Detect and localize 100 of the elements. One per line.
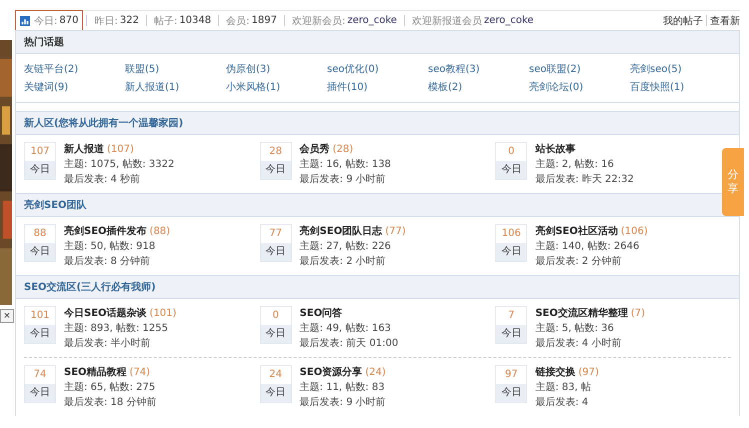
last-post: 最后发表: 半小时前: [64, 336, 152, 350]
forum-name[interactable]: SEO问答: [300, 308, 342, 319]
new-post-count: (24): [365, 367, 386, 378]
topic-link[interactable]: 新人报道(1): [125, 80, 226, 94]
forum-name[interactable]: SEO交流区精华整理: [535, 308, 628, 319]
last-post: 最后发表: 昨天 22:32: [535, 172, 634, 186]
topic-link[interactable]: seo教程(3): [428, 62, 529, 76]
last-post: 最后发表: 9 小时前: [300, 396, 386, 409]
forum-stats: 主题: 1075, 帖数: 3322: [64, 158, 174, 171]
new-post-count: (107): [107, 144, 134, 155]
forum-stats: 主题: 65, 帖数: 275: [64, 380, 156, 394]
topic-link[interactable]: 友链平台(2): [24, 62, 125, 76]
today-label: 今日: [29, 386, 51, 400]
today-count: 77: [260, 225, 291, 243]
last-post: 最后发表: 18 分钟前: [64, 396, 156, 409]
new-post-count: (74): [130, 367, 150, 378]
section-title[interactable]: SEO交流区(三人行必有我师): [24, 280, 156, 294]
topic-link[interactable]: 亮剑seo(5): [630, 62, 731, 76]
forum-name[interactable]: 站长故事: [535, 144, 576, 155]
new-post-count: (106): [620, 226, 648, 237]
topic-link[interactable]: 伪原创(3): [226, 62, 327, 76]
stat-label: 会员:: [226, 14, 250, 28]
new-post-count: (77): [385, 226, 406, 237]
today-count: 74: [25, 366, 55, 384]
today-label: 今日: [264, 327, 287, 341]
stat-value: 10348: [179, 15, 212, 26]
forum-stats: 主题: 893, 帖数: 1255: [64, 322, 169, 335]
today-label: 今日: [264, 245, 287, 259]
today-count: 106: [496, 225, 526, 243]
section-title: 热门话题: [24, 35, 64, 49]
forum-stats: 主题: 49, 帖数: 163: [300, 322, 392, 335]
today-count: 7: [496, 307, 526, 325]
forum-name[interactable]: SEO精品教程: [64, 367, 127, 378]
today-label: 今日: [29, 245, 51, 259]
forum-stats: 主题: 83, 帖: [535, 380, 592, 394]
today-count: 107: [25, 143, 55, 161]
new-post-count: (101): [150, 308, 176, 319]
new-post-count: (7): [630, 308, 646, 319]
last-post: 最后发表: 9 小时前: [300, 172, 387, 186]
today-label: 今日: [500, 327, 522, 341]
today-count: 101: [25, 307, 55, 325]
stat-value: 1897: [252, 15, 277, 26]
topic-link[interactable]: 插件(10): [327, 80, 428, 94]
header-link[interactable]: 查看新: [710, 14, 740, 28]
forum-name[interactable]: 亮剑SEO团队日志: [300, 226, 382, 237]
today-label: 今日: [29, 163, 51, 177]
topic-link[interactable]: seo联盟(2): [529, 62, 630, 76]
topic-link[interactable]: 小米风格(1): [226, 80, 327, 94]
forum-stats: 主题: 2, 帖数: 16: [535, 158, 615, 171]
stat-value: zero_coke: [347, 15, 397, 26]
forum-name[interactable]: 新人报道: [64, 144, 104, 155]
forum-name[interactable]: 亮剑SEO社区活动: [535, 226, 618, 237]
stat-label: 帖子:: [154, 14, 178, 28]
today-count: 24: [260, 366, 291, 384]
forum-stats: 主题: 27, 帖数: 226: [300, 240, 392, 253]
stat-value: 322: [120, 15, 139, 26]
last-post: 最后发表: 4: [535, 396, 590, 409]
forum-name[interactable]: 今日SEO话题杂谈: [64, 308, 147, 319]
today-count: 28: [260, 143, 291, 161]
new-post-count: (97): [578, 367, 599, 378]
close-button[interactable]: ×: [0, 309, 14, 323]
section-title[interactable]: 新人区(您将从此拥有一个温馨家园): [24, 116, 184, 130]
forum-name[interactable]: SEO资源分享: [300, 367, 362, 378]
topic-link[interactable]: 关键词(9): [24, 80, 125, 94]
last-post: 最后发表: 4 秒前: [64, 172, 142, 186]
today-count: 97: [496, 366, 526, 384]
topic-link[interactable]: 亮剑论坛(0): [529, 80, 630, 94]
forum-name[interactable]: 链接交换: [535, 367, 576, 378]
last-post: 最后发表: 4 小时前: [535, 336, 622, 350]
new-post-count: (28): [332, 144, 354, 155]
stat-label: 欢迎新会员:: [292, 14, 346, 28]
bar-chart-icon: [20, 16, 30, 26]
last-post: 最后发表: 前天 01:00: [300, 336, 398, 350]
today-count: 88: [25, 225, 55, 243]
last-post: 最后发表: 8 分钟前: [64, 254, 152, 268]
forum-name[interactable]: 亮剑SEO插件发布: [64, 226, 147, 237]
today-label: 今日: [500, 163, 522, 177]
today-count: 0: [496, 143, 526, 161]
section-title[interactable]: 亮剑SEO团队: [24, 198, 87, 212]
stat-value: zero_coke: [484, 15, 534, 26]
stat-label: 今日:: [34, 14, 58, 28]
topic-link[interactable]: 联盟(5): [125, 62, 226, 76]
today-label: 今日: [500, 245, 522, 259]
forum-stats: 主题: 50, 帖数: 918: [64, 240, 156, 253]
topic-link[interactable]: 百度快照(1): [630, 80, 731, 94]
today-label: 今日: [264, 163, 287, 177]
today-count: 0: [260, 307, 291, 325]
header-link[interactable]: 我的帖子: [663, 14, 703, 28]
topic-link[interactable]: 模板(2): [428, 80, 529, 94]
stat-value: 870: [59, 15, 78, 26]
today-label: 今日: [500, 386, 522, 400]
topic-link[interactable]: seo优化(0): [327, 62, 428, 76]
forum-stats: 主题: 11, 帖数: 83: [300, 380, 386, 394]
new-post-count: (88): [150, 226, 170, 237]
forum-name[interactable]: 会员秀: [300, 144, 330, 155]
forum-stats: 主题: 16, 帖数: 138: [300, 158, 391, 171]
stat-label: 昨日:: [94, 14, 118, 28]
last-post: 最后发表: 2 小时前: [300, 254, 387, 268]
forum-stats: 主题: 5, 帖数: 36: [535, 322, 615, 335]
stat-label: 欢迎新报道会员: [412, 14, 482, 28]
